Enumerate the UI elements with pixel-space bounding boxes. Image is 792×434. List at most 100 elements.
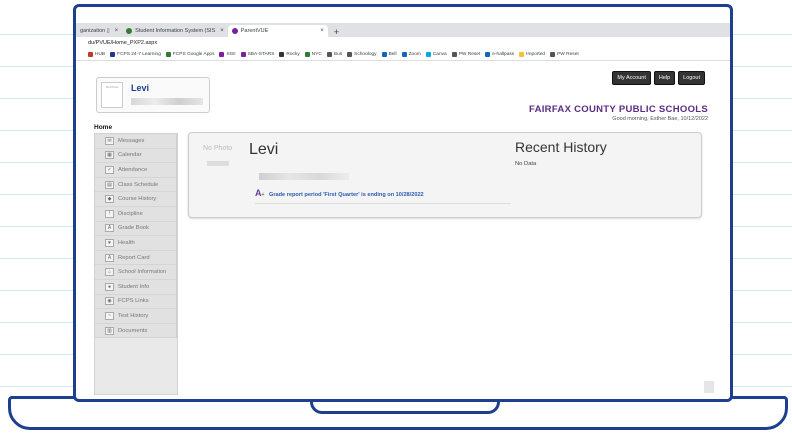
sidebar-item-calendar[interactable]: ▦ Calendar bbox=[95, 149, 176, 164]
help-button[interactable]: Help bbox=[653, 71, 676, 85]
browser-tab[interactable]: ganization ▯ × bbox=[76, 25, 122, 37]
sis-favicon-icon bbox=[126, 28, 133, 34]
bookmark-icon bbox=[381, 52, 387, 57]
student-photo-placeholder: No Photo bbox=[101, 82, 123, 108]
sidebar-item-label: Calendar bbox=[118, 152, 142, 159]
bookmark-item[interactable]: e-hallpass bbox=[485, 52, 514, 57]
panel-student-name: Levi bbox=[249, 141, 279, 158]
bookmark-icon bbox=[485, 52, 491, 57]
tab-label: ganization ▯ bbox=[80, 28, 110, 34]
bookmark-icon bbox=[326, 52, 332, 57]
sidebar-item-fcps-links[interactable]: ◉ FCPS Links bbox=[95, 295, 176, 310]
bookmark-label: SISI bbox=[226, 52, 236, 57]
alert-icon: ! bbox=[105, 209, 114, 218]
parentvue-favicon-icon bbox=[231, 28, 238, 34]
sidebar-item-label: FCPS Links bbox=[118, 298, 149, 305]
schedule-icon: ▤ bbox=[105, 180, 114, 189]
bookmark-item[interactable]: SISI bbox=[219, 52, 236, 57]
scrollbar-corner bbox=[704, 381, 714, 393]
bookmark-icon bbox=[401, 52, 407, 57]
bookmark-item[interactable]: PW Reset bbox=[451, 52, 480, 57]
sidebar-item-grade-book[interactable]: A Grade Book bbox=[95, 222, 176, 237]
bookmark-icon bbox=[110, 52, 116, 57]
test-icon: ~ bbox=[105, 311, 114, 320]
sidebar-item-test-history[interactable]: ~ Test History bbox=[95, 309, 176, 324]
bookmark-item[interactable]: PW Reset bbox=[550, 52, 579, 57]
bookmark-item[interactable]: Bus bbox=[326, 52, 343, 57]
people-icon: ◉ bbox=[105, 297, 114, 306]
sidebar-item-attendance[interactable]: ✓ Attendance bbox=[95, 163, 176, 178]
sidebar-item-label: School Information bbox=[118, 269, 167, 276]
new-tab-button[interactable]: + bbox=[328, 27, 345, 37]
bookmark-icon bbox=[519, 52, 525, 57]
sidebar-item-discipline[interactable]: ! Discipline bbox=[95, 207, 176, 222]
browser-window: ganization ▯ × Student Information Syste… bbox=[76, 7, 730, 399]
sidebar-item-report-card[interactable]: A Report Card bbox=[95, 251, 176, 266]
laptop-screen-frame: ganization ▯ × Student Information Syste… bbox=[73, 4, 733, 402]
student-selector-card[interactable]: No Photo Levi bbox=[96, 77, 210, 113]
bookmark-label: FCPS Google Apps bbox=[172, 52, 215, 57]
sidebar-item-documents[interactable]: ▥ Documents bbox=[95, 324, 176, 339]
my-account-button[interactable]: My Account bbox=[612, 71, 651, 85]
bookmark-icon bbox=[240, 52, 246, 57]
sidebar-item-student-info[interactable]: ● Student Info bbox=[95, 280, 176, 295]
greeting-text: Good morning, Esther Bae, 10/12/2022 bbox=[612, 116, 708, 122]
bookmark-item[interactable]: Imported bbox=[519, 52, 545, 57]
sidebar-item-label: Discipline bbox=[118, 210, 143, 217]
close-icon[interactable]: × bbox=[320, 28, 324, 34]
bookmark-item[interactable]: Rocky bbox=[279, 52, 300, 57]
history-icon: ◆ bbox=[105, 195, 114, 204]
parentvue-page: My Account Help Logout No Photo Levi FAI… bbox=[76, 61, 730, 399]
bookmark-item[interactable]: SBA-STARS bbox=[240, 52, 275, 57]
bookmark-item[interactable]: Zoom bbox=[401, 52, 421, 57]
sidebar-item-course-history[interactable]: ◆ Course History bbox=[95, 192, 176, 207]
calendar-icon: ▦ bbox=[105, 151, 114, 160]
bookmark-item[interactable]: NYC bbox=[304, 52, 322, 57]
laptop-notch bbox=[310, 402, 500, 414]
report-card-icon: A bbox=[105, 253, 114, 262]
bookmarks-bar: HUB FCPS 24-7 Learning FCPS Google Apps SIS… bbox=[76, 49, 730, 61]
bookmark-item[interactable]: HUB bbox=[88, 52, 105, 57]
sidebar-item-label: Class Schedule bbox=[118, 181, 159, 188]
close-icon[interactable]: × bbox=[220, 28, 224, 34]
bookmark-item[interactable]: FCPS 24-7 Learning bbox=[110, 52, 161, 57]
browser-tab-active[interactable]: ParentVUE × bbox=[227, 25, 328, 37]
bookmark-label: Bus bbox=[333, 52, 343, 57]
nav-home-label[interactable]: Home bbox=[94, 124, 112, 131]
bookmark-label: Bell bbox=[388, 52, 397, 57]
redacted-student-details bbox=[259, 173, 349, 180]
bookmark-icon bbox=[347, 52, 353, 57]
bookmark-item[interactable]: FCPS Google Apps bbox=[165, 52, 215, 57]
bookmark-label: SBA-STARS bbox=[247, 52, 275, 57]
bookmark-label: Rocky bbox=[286, 52, 300, 57]
bookmark-item[interactable]: Schoology bbox=[347, 52, 377, 57]
sidebar-item-school-information[interactable]: ⌂ School Information bbox=[95, 265, 176, 280]
logout-button[interactable]: Logout bbox=[678, 71, 705, 85]
bookmark-icon bbox=[451, 52, 457, 57]
grade-report-notice[interactable]: Grade report period 'First Quarter' is e… bbox=[269, 192, 424, 198]
address-bar[interactable]: du/PVUE/Home_PXP2.aspx bbox=[76, 37, 730, 49]
sidebar-item-messages[interactable]: ✉ Messages bbox=[95, 134, 176, 149]
sidebar-item-label: Test History bbox=[118, 312, 149, 319]
close-icon[interactable]: × bbox=[115, 28, 119, 34]
divider bbox=[255, 203, 511, 204]
tab-label: ParentVUE bbox=[240, 28, 269, 34]
bookmark-label: Schoology bbox=[354, 52, 377, 57]
sidebar-item-label: Course History bbox=[118, 196, 157, 203]
bookmark-label: e-hallpass bbox=[492, 52, 515, 57]
url-text: du/PVUE/Home_PXP2.aspx bbox=[88, 40, 158, 46]
browser-tab[interactable]: Student Information System (SIS × bbox=[122, 25, 228, 37]
redacted-photo-caption bbox=[207, 161, 229, 166]
gradebook-icon: A bbox=[105, 224, 114, 233]
student-name: Levi bbox=[131, 83, 150, 93]
sidebar-item-health[interactable]: ♥ Health bbox=[95, 236, 176, 251]
bookmark-icon bbox=[165, 52, 171, 57]
school-name: FAIRFAX COUNTY PUBLIC SCHOOLS bbox=[528, 104, 708, 115]
bookmark-item[interactable]: Canva bbox=[425, 52, 447, 57]
bookmark-item[interactable]: Bell bbox=[381, 52, 397, 57]
sidebar-item-class-schedule[interactable]: ▤ Class Schedule bbox=[95, 178, 176, 193]
sidebar-menu: ✉ Messages ▦ Calendar ✓ Attendance ▤ Class Sche… bbox=[95, 134, 177, 339]
bookmark-label: HUB bbox=[95, 52, 106, 57]
bookmark-icon bbox=[88, 52, 93, 57]
browser-tab-bar: ganization ▯ × Student Information Syste… bbox=[76, 23, 730, 37]
